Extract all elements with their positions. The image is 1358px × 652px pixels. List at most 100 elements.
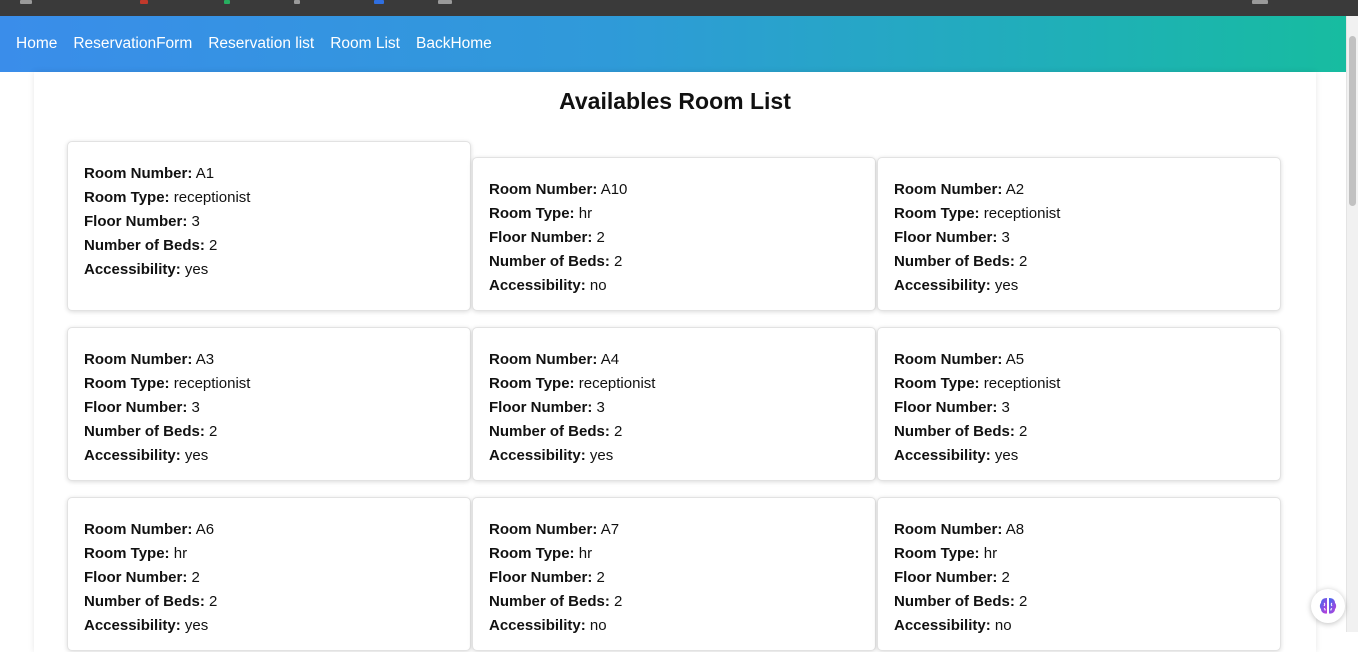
room-number-value: A3 — [195, 351, 215, 368]
room-number-row: Room Number: A1 — [84, 162, 454, 186]
floor-number-row: Floor Number: 3 — [894, 396, 1264, 420]
floor-number-row: Floor Number: 3 — [894, 226, 1264, 250]
room-type-label: Room Type: — [894, 205, 980, 222]
floor-number-label: Floor Number: — [894, 229, 998, 246]
room-card: Room Number: A10 Room Type: hr Floor Num… — [472, 157, 876, 311]
room-type-value: receptionist — [983, 375, 1061, 392]
nav-link-reservation-list[interactable]: Reservation list — [208, 35, 314, 53]
room-number-row: Room Number: A2 — [894, 178, 1264, 202]
room-type-label: Room Type: — [84, 545, 170, 562]
room-number-label: Room Number: — [894, 351, 1003, 368]
beds-label: Number of Beds: — [489, 253, 610, 270]
accessibility-value: yes — [589, 447, 614, 464]
room-card: Room Number: A2 Room Type: receptionist … — [877, 157, 1281, 311]
room-number-value: A2 — [1005, 181, 1025, 198]
room-type-label: Room Type: — [894, 545, 980, 562]
beds-value: 2 — [209, 423, 218, 440]
room-number-label: Room Number: — [894, 181, 1003, 198]
accessibility-label: Accessibility: — [84, 261, 181, 278]
floor-number-value: 3 — [1001, 399, 1010, 416]
nav-link-home[interactable]: Home — [16, 35, 57, 53]
floor-number-value: 3 — [191, 399, 200, 416]
room-type-value: hr — [173, 545, 188, 562]
nav-link-room-list[interactable]: Room List — [330, 35, 400, 53]
beds-row: Number of Beds: 2 — [84, 590, 454, 614]
floor-number-label: Floor Number: — [84, 569, 188, 586]
room-type-label: Room Type: — [489, 545, 575, 562]
beds-row: Number of Beds: 2 — [894, 420, 1264, 444]
room-card: Room Number: A6 Room Type: hr Floor Numb… — [67, 497, 471, 651]
floor-number-value: 3 — [1001, 229, 1010, 246]
accessibility-row: Accessibility: yes — [894, 444, 1264, 468]
room-number-row: Room Number: A5 — [894, 348, 1264, 372]
assistant-fab-button[interactable] — [1311, 589, 1345, 623]
room-number-value: A4 — [600, 351, 620, 368]
beds-value: 2 — [1019, 593, 1028, 610]
beds-value: 2 — [209, 237, 218, 254]
room-number-label: Room Number: — [84, 521, 193, 538]
beds-row: Number of Beds: 2 — [894, 590, 1264, 614]
floor-number-label: Floor Number: — [489, 229, 593, 246]
room-type-label: Room Type: — [894, 375, 980, 392]
beds-value: 2 — [614, 593, 623, 610]
brain-icon — [1319, 598, 1337, 614]
accessibility-label: Accessibility: — [894, 447, 991, 464]
beds-label: Number of Beds: — [894, 253, 1015, 270]
accessibility-value: no — [589, 617, 607, 634]
page-scrollbar[interactable] — [1346, 16, 1358, 632]
room-type-row: Room Type: receptionist — [489, 372, 859, 396]
beds-row: Number of Beds: 2 — [489, 250, 859, 274]
room-number-row: Room Number: A7 — [489, 518, 859, 542]
room-number-label: Room Number: — [489, 351, 598, 368]
room-type-row: Room Type: receptionist — [84, 372, 454, 396]
room-number-value: A10 — [600, 181, 628, 198]
browser-tab-icon — [294, 0, 300, 4]
accessibility-row: Accessibility: yes — [894, 274, 1264, 298]
room-card: Room Number: A1 Room Type: receptionist … — [67, 141, 471, 311]
room-type-value: hr — [578, 205, 593, 222]
accessibility-row: Accessibility: no — [489, 614, 859, 638]
room-type-row: Room Type: hr — [894, 542, 1264, 566]
room-number-label: Room Number: — [84, 165, 193, 182]
floor-number-value: 2 — [1001, 569, 1010, 586]
floor-number-row: Floor Number: 2 — [894, 566, 1264, 590]
accessibility-label: Accessibility: — [84, 447, 181, 464]
nav-link-reservation-form[interactable]: ReservationForm — [73, 35, 192, 53]
floor-number-row: Floor Number: 2 — [489, 226, 859, 250]
floor-number-row: Floor Number: 3 — [489, 396, 859, 420]
floor-number-label: Floor Number: — [489, 569, 593, 586]
room-number-row: Room Number: A3 — [84, 348, 454, 372]
beds-row: Number of Beds: 2 — [489, 590, 859, 614]
room-type-label: Room Type: — [489, 375, 575, 392]
room-card: Room Number: A3 Room Type: receptionist … — [67, 327, 471, 481]
floor-number-label: Floor Number: — [894, 569, 998, 586]
beds-value: 2 — [1019, 423, 1028, 440]
floor-number-value: 2 — [596, 569, 605, 586]
accessibility-label: Accessibility: — [489, 447, 586, 464]
room-number-label: Room Number: — [489, 521, 598, 538]
nav-link-back-home[interactable]: BackHome — [416, 35, 492, 53]
room-number-value: A8 — [1005, 521, 1025, 538]
browser-tab-icon — [140, 0, 148, 4]
room-type-label: Room Type: — [489, 205, 575, 222]
floor-number-row: Floor Number: 2 — [84, 566, 454, 590]
room-number-label: Room Number: — [84, 351, 193, 368]
room-number-row: Room Number: A6 — [84, 518, 454, 542]
room-number-label: Room Number: — [894, 521, 1003, 538]
floor-number-label: Floor Number: — [84, 399, 188, 416]
browser-tab-icon — [20, 0, 32, 4]
accessibility-value: yes — [184, 261, 209, 278]
scrollbar-thumb[interactable] — [1349, 36, 1356, 206]
beds-row: Number of Beds: 2 — [84, 420, 454, 444]
browser-tab-icon — [1252, 0, 1268, 4]
floor-number-value: 2 — [596, 229, 605, 246]
top-navbar: Home ReservationForm Reservation list Ro… — [0, 16, 1346, 72]
floor-number-value: 3 — [191, 213, 200, 230]
floor-number-value: 2 — [191, 569, 200, 586]
accessibility-label: Accessibility: — [489, 277, 586, 294]
beds-label: Number of Beds: — [894, 423, 1015, 440]
browser-tab-icon — [374, 0, 384, 4]
beds-value: 2 — [209, 593, 218, 610]
room-type-value: receptionist — [578, 375, 656, 392]
beds-label: Number of Beds: — [894, 593, 1015, 610]
